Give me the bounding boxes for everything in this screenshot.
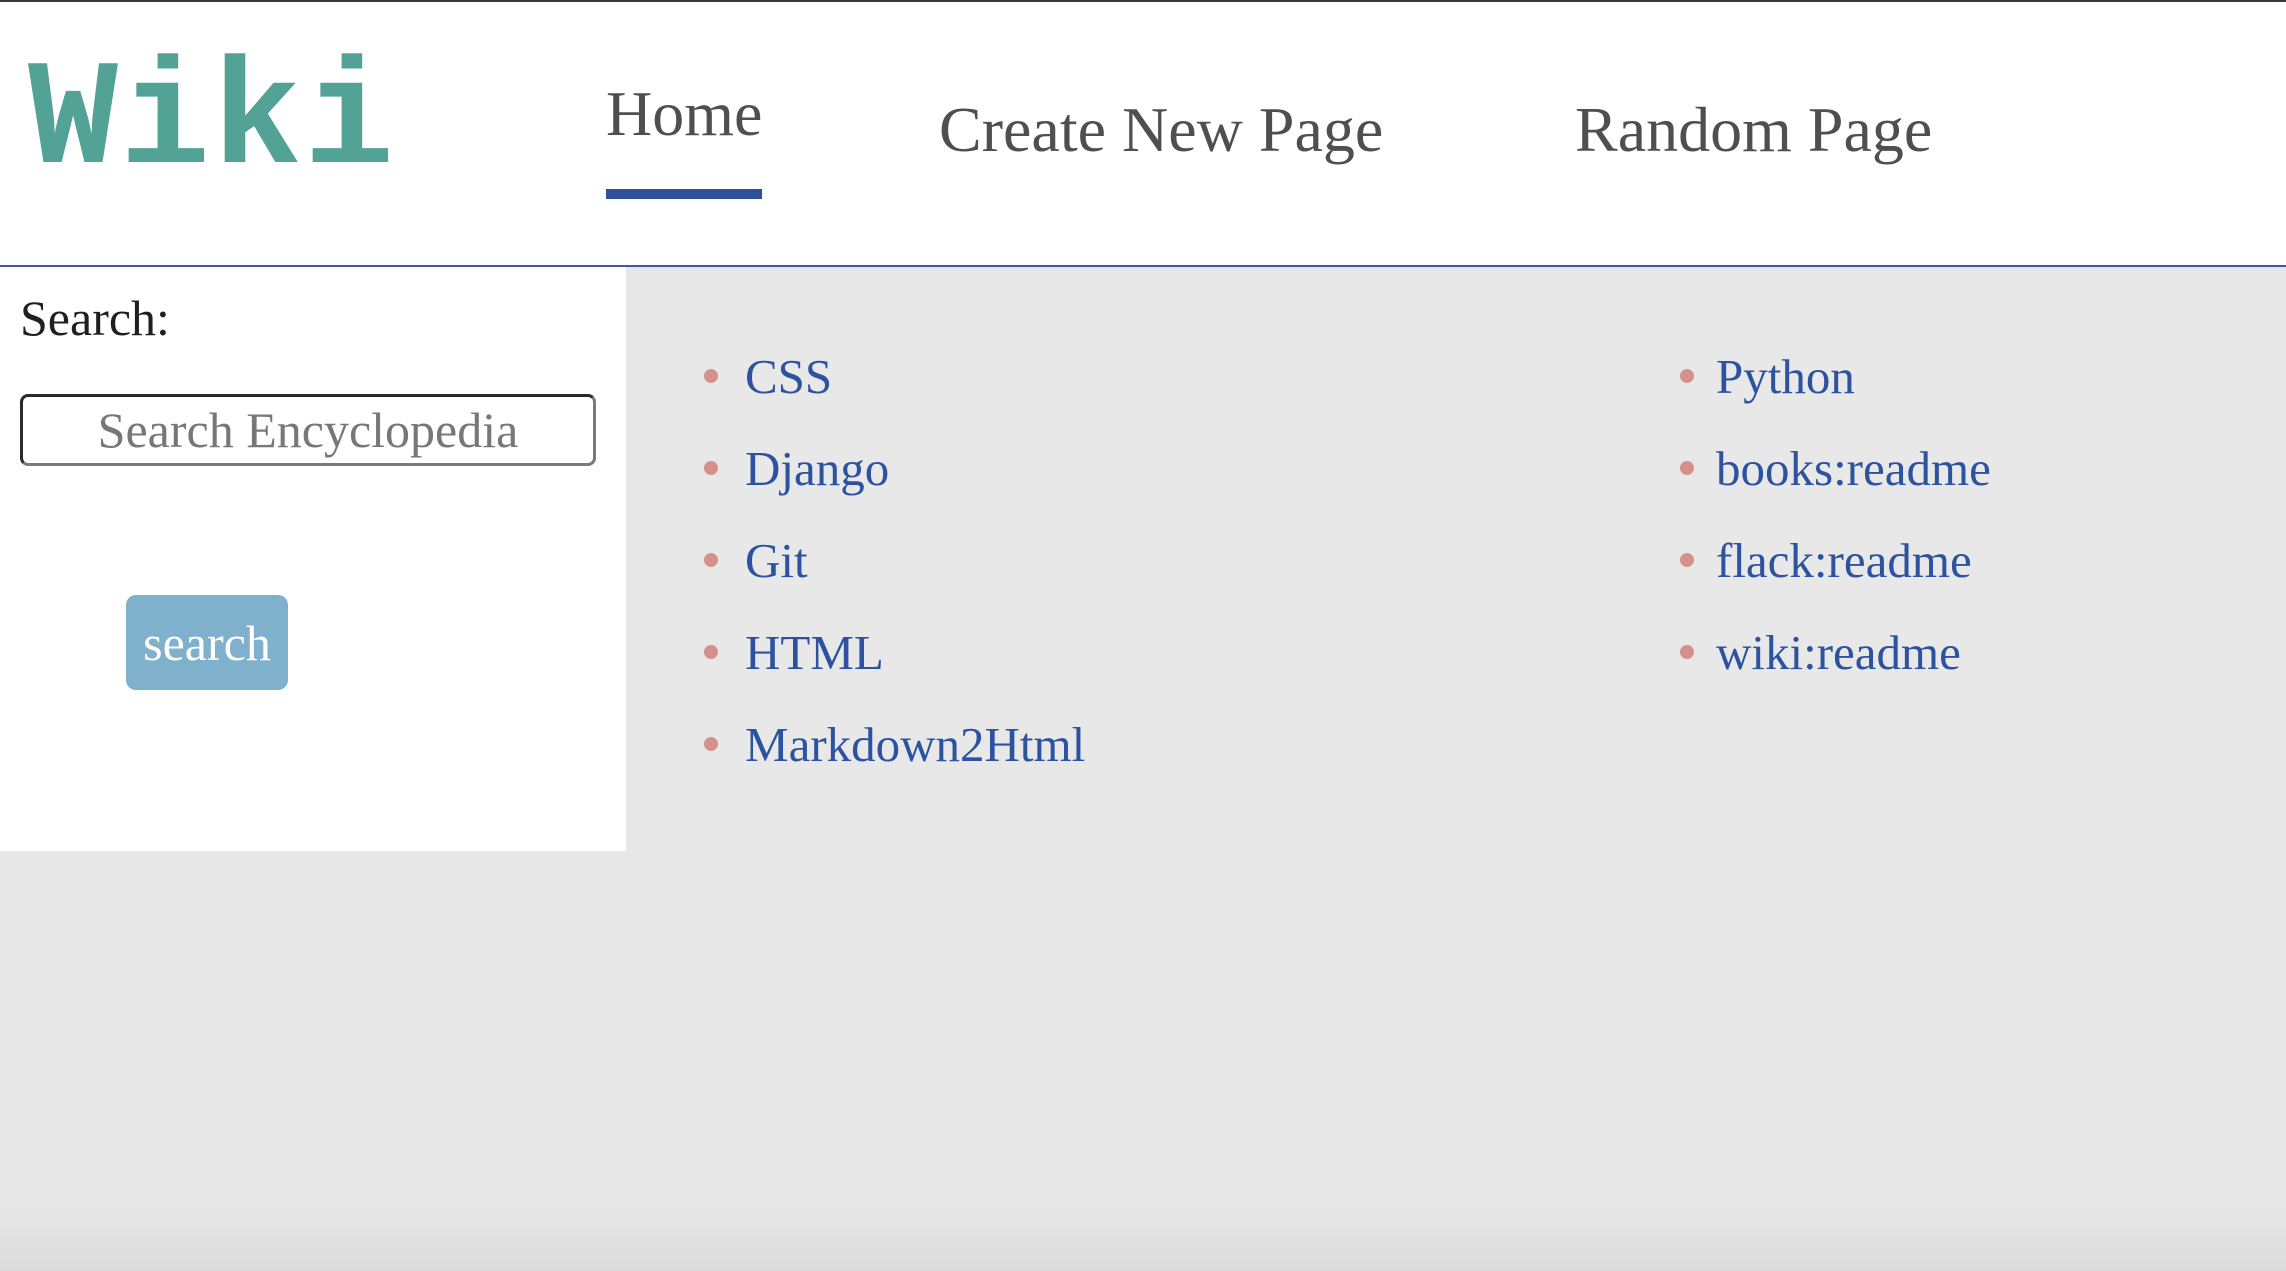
search-input[interactable]: [20, 394, 596, 466]
entry-link-books-readme[interactable]: books:readme: [1716, 444, 1991, 493]
window-bottom-shadow: [0, 1201, 2286, 1271]
bullet-icon: [704, 737, 718, 751]
entry-link-python[interactable]: Python: [1716, 352, 1855, 401]
bullet-icon: [704, 645, 718, 659]
site-logo[interactable]: Wiki: [28, 48, 396, 198]
active-nav-indicator: [606, 189, 762, 199]
bullet-icon: [1680, 461, 1694, 475]
entry-link-git[interactable]: Git: [745, 536, 808, 585]
nav-create-new-page-link[interactable]: Create New Page: [939, 98, 1383, 162]
search-label: Search:: [20, 290, 170, 346]
nav-random-page-link[interactable]: Random Page: [1575, 98, 1932, 162]
nav-home-link[interactable]: Home: [606, 82, 762, 146]
entry-link-flack-readme[interactable]: flack:readme: [1716, 536, 1972, 585]
entry-link-html[interactable]: HTML: [745, 628, 884, 677]
bullet-icon: [704, 461, 718, 475]
site-header: Wiki Home Create New Page Random Page: [0, 2, 2286, 267]
entry-link-markdown2html[interactable]: Markdown2Html: [745, 720, 1085, 769]
search-button[interactable]: search: [126, 595, 288, 690]
bullet-icon: [704, 369, 718, 383]
sidebar: Search: search: [0, 267, 626, 851]
bullet-icon: [704, 553, 718, 567]
bullet-icon: [1680, 645, 1694, 659]
entry-link-django[interactable]: Django: [745, 444, 889, 493]
bullet-icon: [1680, 369, 1694, 383]
bullet-icon: [1680, 553, 1694, 567]
entry-link-css[interactable]: CSS: [745, 352, 832, 401]
entry-link-wiki-readme[interactable]: wiki:readme: [1716, 628, 1961, 677]
page: Wiki Home Create New Page Random Page Se…: [0, 0, 2286, 1271]
